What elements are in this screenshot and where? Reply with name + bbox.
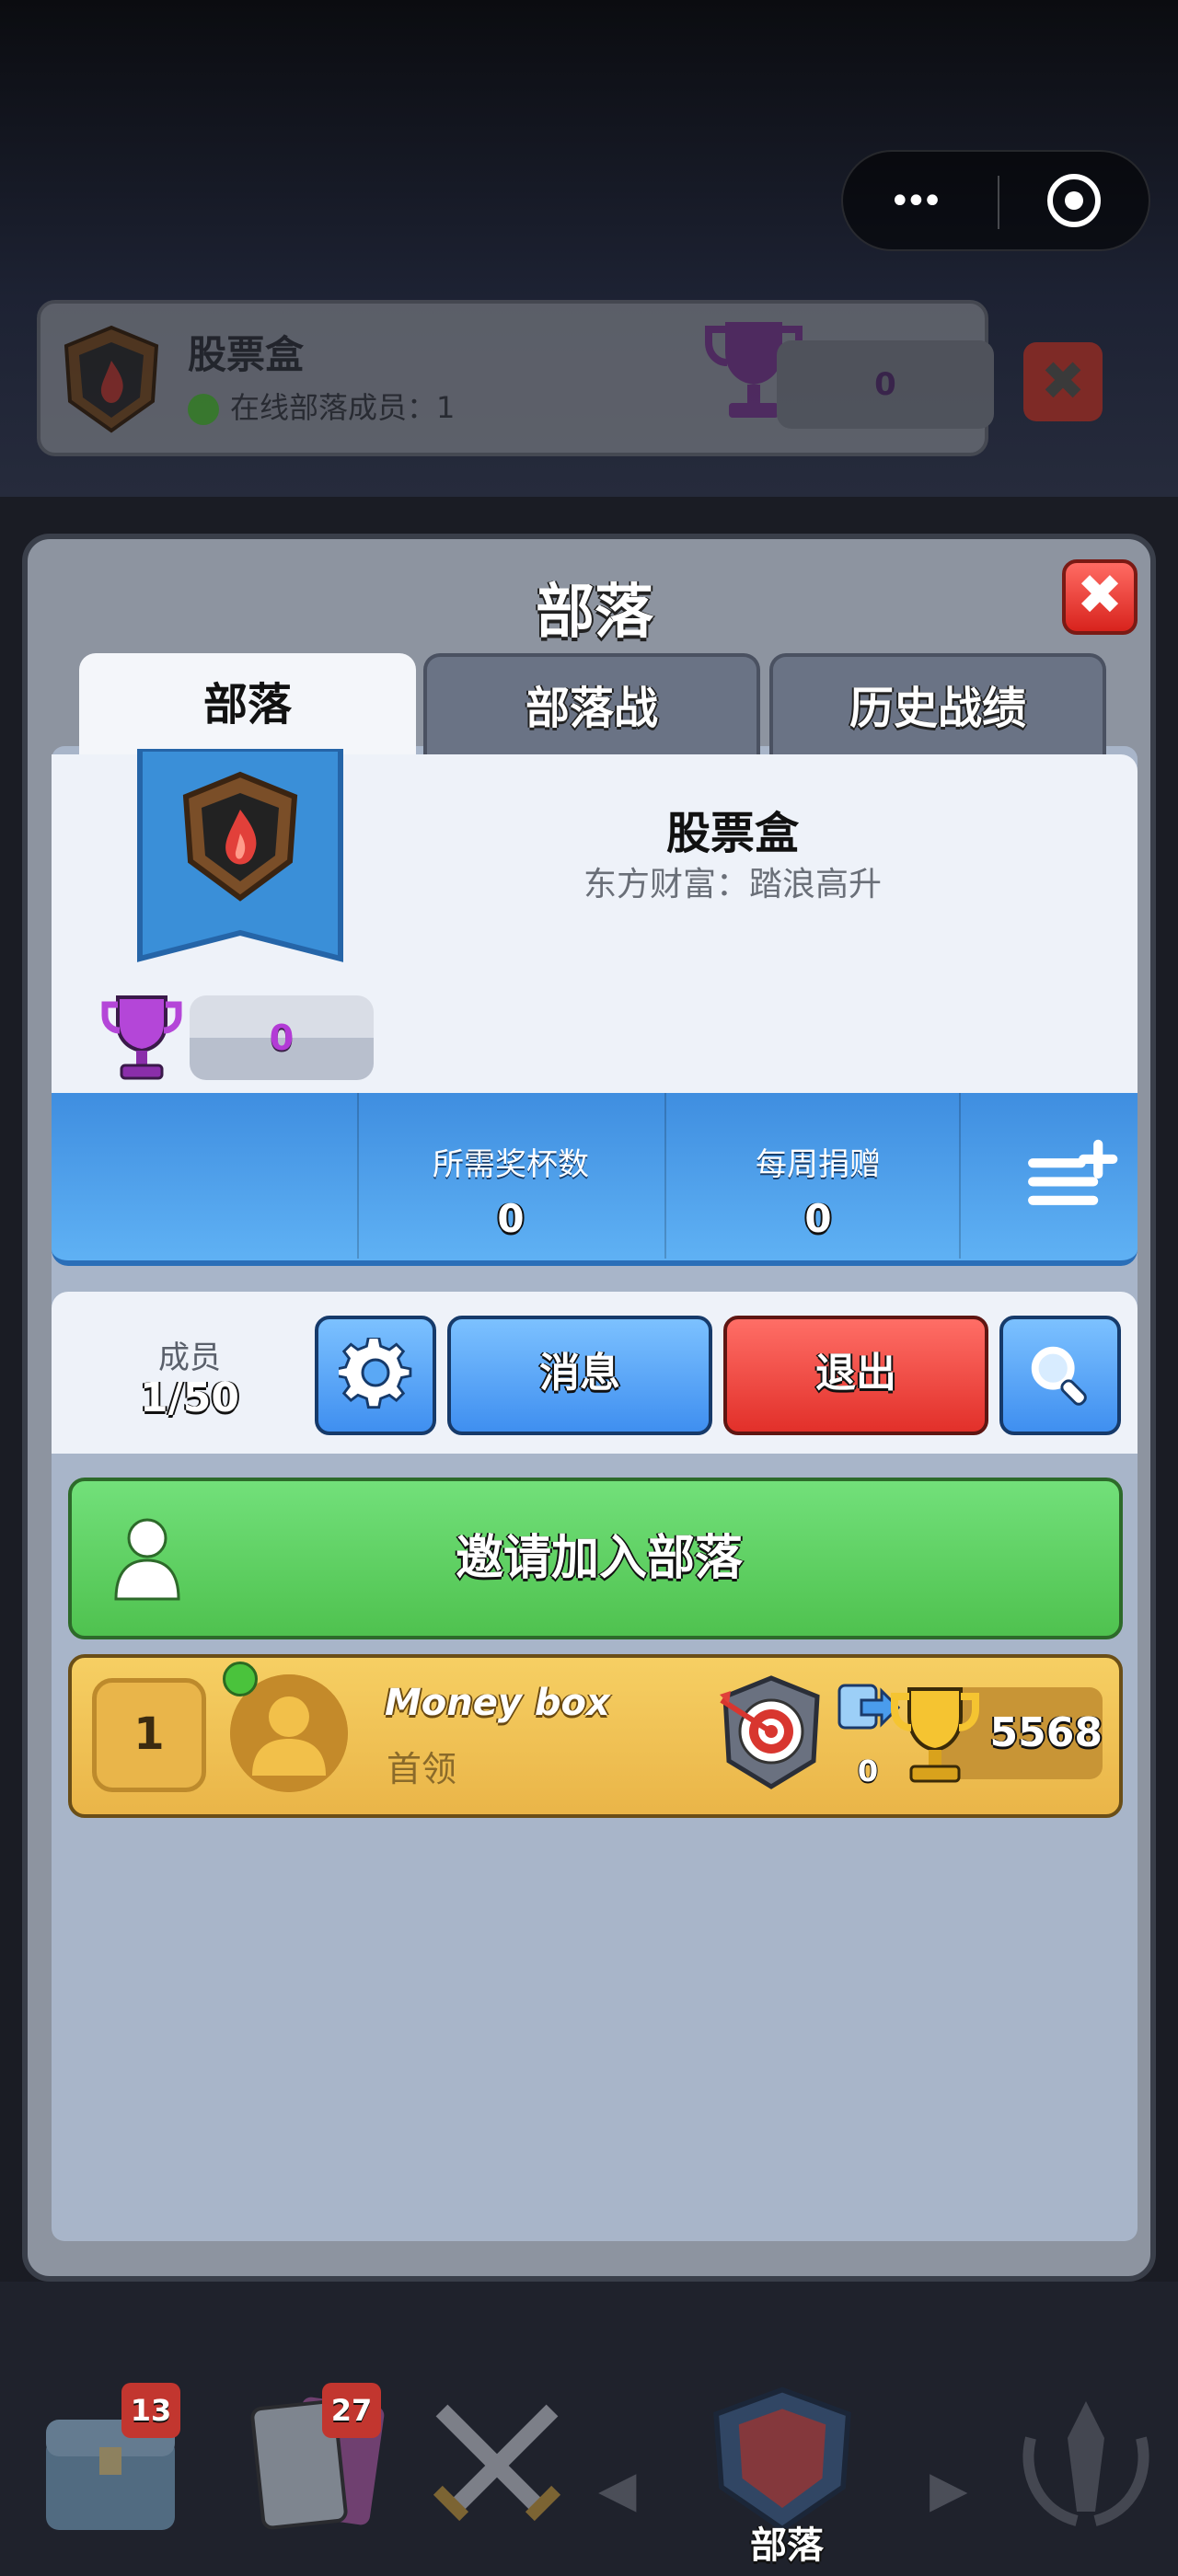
add-list-icon[interactable]	[1023, 1128, 1125, 1220]
required-trophies-label: 所需奖杯数	[433, 1146, 589, 1183]
clan-info-card: 股票盒 东方财富：踏浪高升 0	[52, 749, 1138, 1119]
nav-clan-label: 部落	[750, 2524, 824, 2567]
clan-trophy-count: 0	[190, 995, 374, 1080]
clan-stats-bar: 所需奖杯数 0 每周捐赠 0	[52, 1093, 1138, 1266]
tab-clan[interactable]: 部落	[79, 653, 416, 756]
background-online-members: 在线部落成员：1	[188, 385, 455, 427]
weekly-donations-value: 0	[804, 1196, 832, 1241]
weekly-donations-label: 每周捐赠	[756, 1146, 881, 1183]
close-button[interactable]: ✖	[1062, 559, 1138, 635]
member-trophies: 5568	[989, 1709, 1103, 1756]
background-clan-name: 股票盒	[188, 332, 305, 377]
nav-badge: 27	[322, 2383, 381, 2438]
background-clan-bar: 股票盒 在线部落成员：1 0	[37, 300, 994, 456]
online-status-icon	[223, 1662, 258, 1696]
leave-button[interactable]: 退出	[723, 1316, 988, 1435]
nav-cards[interactable]: 27	[221, 2383, 423, 2567]
tab-war-history[interactable]: 历史战绩	[769, 653, 1106, 756]
purple-trophy-icon	[101, 995, 182, 1080]
nav-left-arrow-icon: ◀	[598, 2460, 637, 2518]
background-trophy-count: 0	[777, 340, 994, 429]
member-role: 首领	[387, 1749, 457, 1789]
nav-badge: 13	[121, 2383, 180, 2438]
online-dot-icon	[188, 394, 219, 425]
crossed-swords-icon	[433, 2404, 561, 2522]
settings-button[interactable]	[315, 1316, 436, 1435]
nav-events[interactable]	[994, 2383, 1178, 2567]
member-rank: 1	[92, 1678, 206, 1792]
capsule-divider	[998, 176, 999, 229]
tab-clan-war[interactable]: 部落战	[423, 653, 760, 756]
members-label: 成员	[158, 1340, 221, 1376]
mini-program-capsule: •••	[841, 150, 1150, 251]
background-close-icon: ✖	[1023, 342, 1103, 421]
invite-button[interactable]: 邀请加入部落	[68, 1478, 1123, 1639]
laurel-icon	[1022, 2401, 1149, 2526]
required-trophies-value: 0	[497, 1196, 525, 1241]
nav-shop[interactable]: 13	[18, 2383, 221, 2567]
message-button[interactable]: 消息	[447, 1316, 712, 1435]
gold-trophy-icon	[891, 1687, 979, 1783]
clan-description: 东方财富：踏浪高升	[583, 866, 882, 903]
close-program-icon[interactable]	[1047, 174, 1101, 227]
search-button[interactable]	[999, 1316, 1121, 1435]
members-count: 1/50	[140, 1374, 239, 1421]
member-row[interactable]: 1 Money box 首领 0 5568	[68, 1654, 1123, 1818]
dialog-title: 部落	[536, 579, 653, 647]
clan-dialog: 部落 ✖ 部落 部落战 历史战绩 股票盒 东方财富：踏浪高升 0 所需奖杯数 0…	[22, 534, 1156, 2282]
nav-battle[interactable]	[405, 2383, 607, 2567]
nav-right-arrow-icon: ▶	[930, 2460, 968, 2518]
bottom-nav: 13 27 ◀ 部落 ▶	[0, 2374, 1178, 2576]
clan-badge-icon	[64, 325, 159, 433]
gear-icon	[335, 1336, 412, 1409]
invite-label: 邀请加入部落	[455, 1531, 743, 1586]
clan-banner-icon	[137, 749, 343, 962]
members-toolbar: 成员 1/50 消息 退出	[52, 1292, 1138, 1454]
more-icon[interactable]: •••	[889, 183, 981, 222]
arena-target-icon	[720, 1675, 820, 1789]
online-members-text: 在线部落成员：1	[230, 390, 456, 425]
search-icon	[1031, 1346, 1087, 1406]
clan-name: 股票盒	[665, 808, 799, 859]
member-name: Money box	[385, 1682, 610, 1724]
